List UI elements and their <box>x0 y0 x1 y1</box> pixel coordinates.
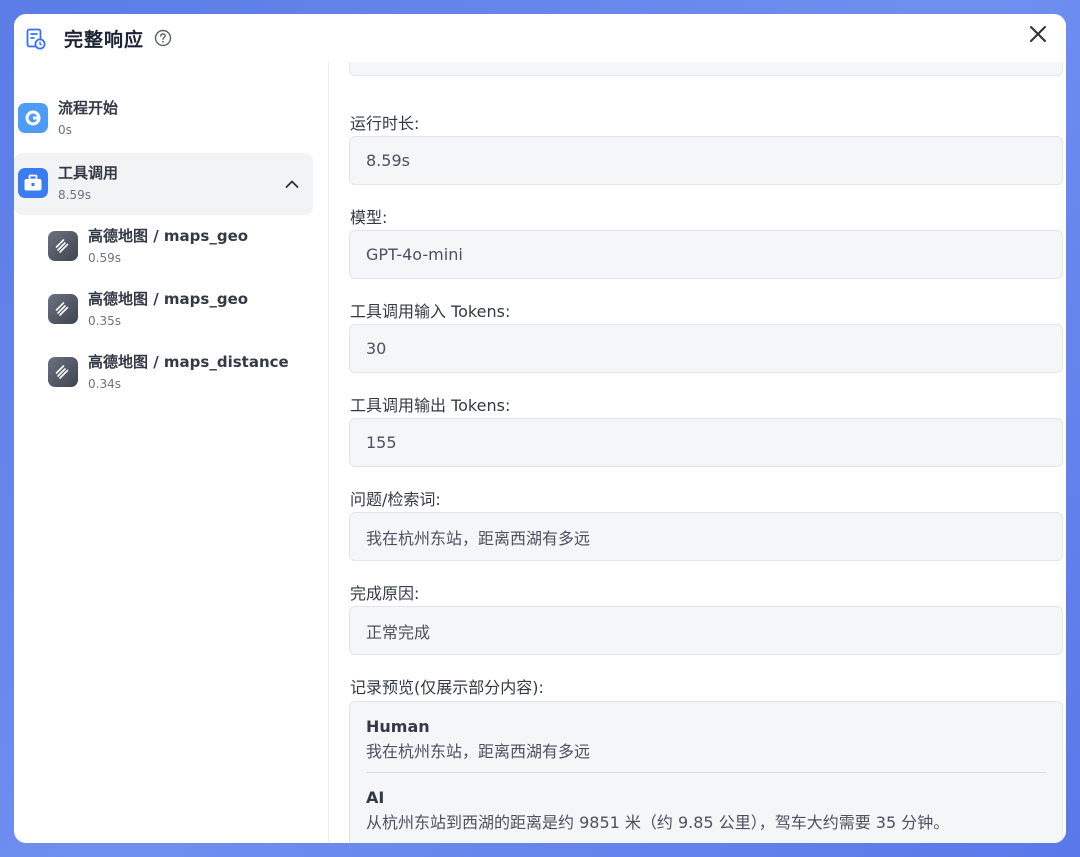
node-flow-start[interactable]: 流程开始 0s <box>14 88 313 150</box>
runtime-value: 8.59s <box>349 136 1063 185</box>
toolbox-icon <box>18 168 48 198</box>
output-tokens-value: 155 <box>349 418 1063 467</box>
finish-reason-value: 正常完成 <box>349 606 1063 655</box>
map-tool-icon <box>48 357 78 387</box>
input-tokens-value: 30 <box>349 324 1063 373</box>
node-maps-geo-2[interactable]: 高德地图 / maps_geo 0.35s <box>44 279 313 341</box>
preview-label: 记录预览(仅展示部分内容): <box>350 678 544 697</box>
output-tokens-label: 工具调用输出 Tokens: <box>350 396 511 415</box>
model-value: GPT-4o-mini <box>349 230 1063 279</box>
node-duration: 0.34s <box>88 377 121 391</box>
node-duration: 0.59s <box>88 251 121 265</box>
runtime-label: 运行时长: <box>350 114 420 133</box>
history-doc-icon <box>26 28 46 50</box>
modal-header: 完整响应 <box>14 14 1066 62</box>
record-preview: Human 我在杭州东站，距离西湖有多远 AI 从杭州东站到西湖的距离是约 98… <box>349 701 1063 843</box>
node-label: 高德地图 / maps_geo <box>88 227 249 245</box>
node-maps-distance[interactable]: 高德地图 / maps_distance 0.34s <box>44 342 313 404</box>
node-label: 工具调用 <box>58 164 119 182</box>
modal-title: 完整响应 <box>64 28 145 51</box>
input-tokens-label: 工具调用输入 Tokens: <box>350 302 511 321</box>
node-duration: 0.35s <box>88 314 121 328</box>
finish-reason-label: 完成原因: <box>350 584 420 603</box>
close-button[interactable] <box>1022 18 1054 50</box>
chevron-up-icon[interactable] <box>283 175 301 193</box>
node-tool-call[interactable]: 工具调用 8.59s <box>14 153 313 215</box>
node-maps-geo-1[interactable]: 高德地图 / maps_geo 0.59s <box>44 216 313 278</box>
flow-start-icon <box>18 103 48 133</box>
node-duration: 0s <box>58 123 72 137</box>
question-circle-icon[interactable] <box>154 29 172 47</box>
map-tool-icon <box>48 231 78 261</box>
query-value: 我在杭州东站，距离西湖有多远 <box>349 512 1063 561</box>
previous-field-box <box>349 62 1063 76</box>
response-details: 运行时长: 8.59s 模型: GPT-4o-mini 工具调用输入 Token… <box>330 62 1066 843</box>
preview-message-human: 我在杭州东站，距离西湖有多远 <box>366 742 591 761</box>
preview-role-ai: AI <box>366 788 385 807</box>
preview-divider <box>366 772 1046 773</box>
full-response-modal: 完整响应 流程开始 0s 工具调用 8.59s 高德地图 / maps_geo … <box>14 14 1066 843</box>
map-tool-icon <box>48 294 78 324</box>
model-label: 模型: <box>350 208 388 227</box>
node-label: 高德地图 / maps_distance <box>88 353 289 371</box>
workflow-node-list: 流程开始 0s 工具调用 8.59s 高德地图 / maps_geo 0.59s… <box>14 62 329 843</box>
close-icon <box>1030 26 1046 42</box>
node-label: 高德地图 / maps_geo <box>88 290 249 308</box>
query-label: 问题/检索词: <box>350 490 441 509</box>
preview-role-human: Human <box>366 717 430 736</box>
preview-message-ai: 从杭州东站到西湖的距离是约 9851 米（约 9.85 公里），驾车大约需要 3… <box>366 813 950 832</box>
node-duration: 8.59s <box>58 188 91 202</box>
node-label: 流程开始 <box>58 99 119 117</box>
